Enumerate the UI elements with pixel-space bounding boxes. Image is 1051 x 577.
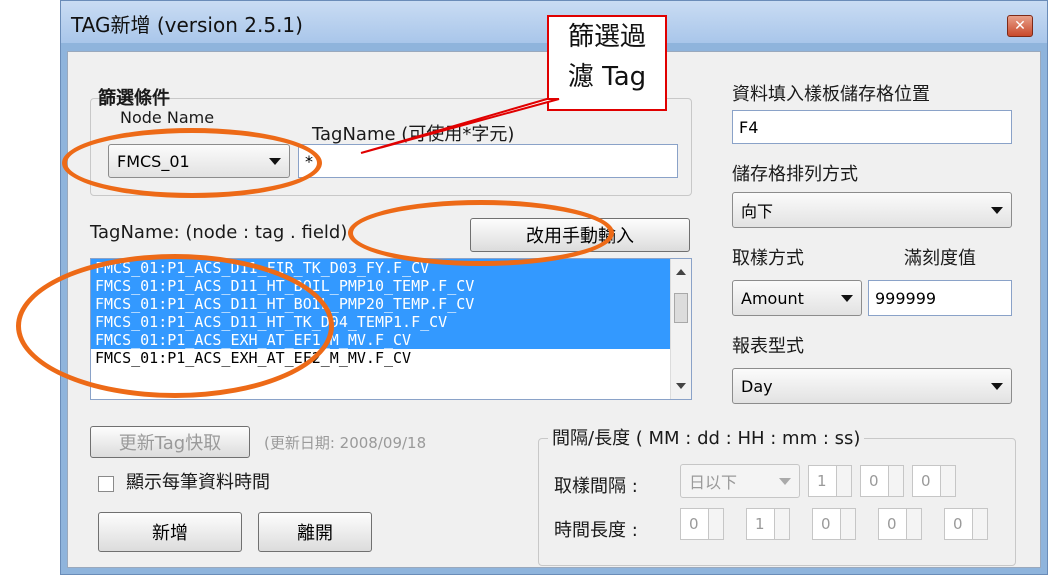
interval-group — [538, 438, 1016, 566]
chevron-down-icon — [991, 383, 1003, 390]
spin-arrows-icon[interactable] — [708, 509, 723, 539]
chevron-down-icon — [779, 478, 791, 485]
duration-spinner-value: 0 — [887, 515, 897, 533]
cell-order-select[interactable]: 向下 — [732, 192, 1012, 228]
update-cache-button[interactable]: 更新Tag快取 — [90, 426, 250, 458]
report-type-label: 報表型式 — [732, 336, 804, 357]
sample-interval-spinner-value: 0 — [869, 472, 879, 490]
sample-interval-spinner[interactable]: 0 — [860, 465, 904, 497]
spin-arrows-icon[interactable] — [836, 466, 851, 496]
show-time-checkbox[interactable] — [98, 476, 114, 492]
add-button[interactable]: 新增 — [98, 512, 242, 552]
show-time-label: 顯示每筆資料時間 — [126, 472, 270, 493]
filter-group-label: 篩選條件 — [98, 88, 170, 109]
scroll-thumb[interactable] — [674, 293, 688, 323]
chevron-down-icon — [841, 295, 853, 302]
sample-method-select[interactable]: Amount — [732, 280, 862, 316]
highlight-ellipse-list — [16, 254, 334, 398]
duration-spinner-value: 0 — [689, 515, 699, 533]
report-type-select[interactable]: Day — [732, 368, 1012, 404]
window-title: TAG新增 (version 2.5.1) — [71, 13, 303, 37]
sample-interval-spinner[interactable]: 1 — [808, 465, 852, 497]
cell-position-input[interactable]: F4 — [732, 110, 1012, 144]
full-scale-label: 滿刻度值 — [904, 248, 976, 269]
spin-arrows-icon[interactable] — [774, 509, 789, 539]
sample-method-value: Amount — [741, 288, 804, 308]
annotation-text-2: 濾 Tag — [567, 62, 647, 92]
report-type-value: Day — [741, 376, 773, 396]
sample-interval-unit-select[interactable]: 日以下 — [680, 464, 800, 498]
spin-arrows-icon[interactable] — [906, 509, 921, 539]
annotation-text-1: 篩選過 — [567, 22, 646, 52]
sample-interval-spinner-value: 0 — [921, 472, 931, 490]
sample-interval-label: 取樣間隔 : — [554, 476, 638, 497]
duration-spinner[interactable]: 0 — [878, 508, 922, 540]
spin-arrows-icon[interactable] — [940, 466, 955, 496]
duration-spinner-value: 0 — [953, 515, 963, 533]
tag-list-scrollbar[interactable] — [670, 259, 691, 399]
duration-label: 時間長度 : — [554, 520, 638, 541]
duration-spinner[interactable]: 0 — [812, 508, 856, 540]
sample-method-label: 取樣方式 — [732, 248, 804, 269]
sample-interval-spinner-value: 1 — [817, 472, 827, 490]
spin-arrows-icon[interactable] — [840, 509, 855, 539]
spin-arrows-icon[interactable] — [888, 466, 903, 496]
update-date-text: (更新日期: 2008/09/18 — [264, 434, 427, 452]
node-name-label: Node Name — [120, 108, 215, 127]
full-scale-input[interactable]: 999999 — [868, 280, 1012, 316]
leave-button[interactable]: 離開 — [258, 512, 372, 552]
duration-spinner-value: 0 — [821, 515, 831, 533]
cell-position-value: F4 — [739, 117, 759, 137]
cell-order-label: 儲存格排列方式 — [732, 164, 858, 185]
highlight-ellipse-field — [348, 200, 614, 266]
spin-arrows-icon[interactable] — [972, 509, 987, 539]
duration-spinner[interactable]: 1 — [746, 508, 790, 540]
full-scale-value: 999999 — [875, 288, 937, 308]
cell-order-value: 向下 — [741, 202, 774, 221]
duration-spinner[interactable]: 0 — [944, 508, 988, 540]
scroll-down-icon[interactable] — [676, 383, 686, 389]
duration-spinner[interactable]: 0 — [680, 508, 724, 540]
interval-group-label: 間隔/長度 ( MM : dd : HH : mm : ss) — [548, 424, 865, 450]
duration-spinner-value: 1 — [755, 515, 765, 533]
close-icon[interactable]: ✕ — [1007, 15, 1033, 37]
callout-pointer — [360, 98, 560, 154]
scroll-up-icon[interactable] — [676, 269, 686, 275]
sample-interval-unit-value: 日以下 — [689, 473, 738, 492]
taglist-header: TagName: (node : tag . field) — [90, 222, 348, 243]
cell-position-label: 資料填入樣板儲存格位置 — [732, 84, 930, 105]
chevron-down-icon — [991, 207, 1003, 214]
sample-interval-spinner[interactable]: 0 — [912, 465, 956, 497]
highlight-ellipse-node — [62, 128, 322, 198]
